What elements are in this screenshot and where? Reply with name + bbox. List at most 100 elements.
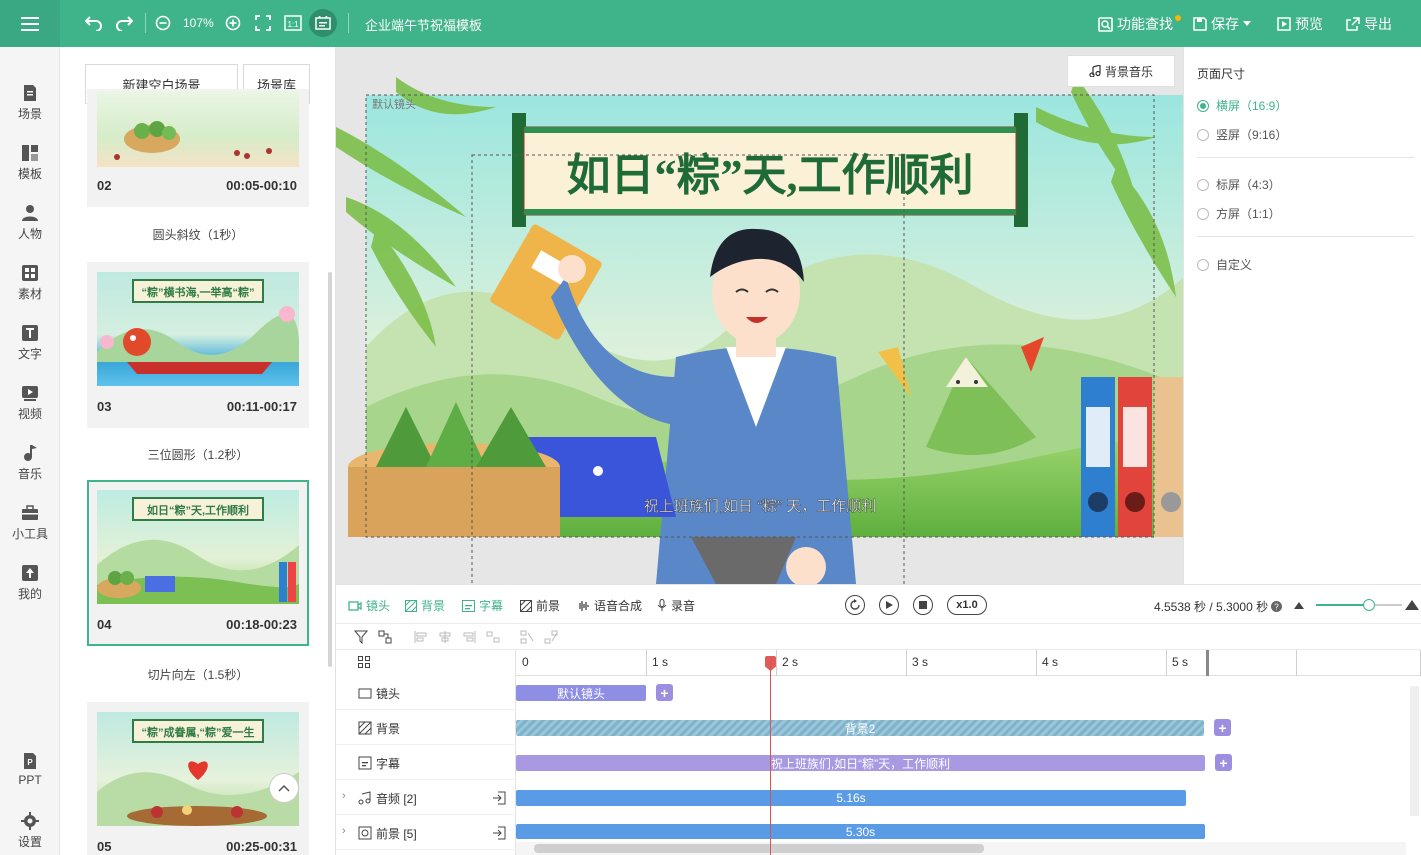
chevron-right-icon[interactable]: › [342,790,346,802]
scene-card[interactable]: “粽”横书海,一举高“粽” 03 00:11-00:17 [87,262,309,428]
caret-down-icon [1243,21,1251,26]
divider [1197,236,1414,237]
time-ruler[interactable]: 0 1 s 2 s 3 s 4 s 5 s [516,650,1421,676]
camera-tag: 默认镜头 [372,97,416,111]
undo-icon[interactable] [83,12,105,34]
scene-card-active[interactable]: 如日“粽”天,工作顺利 04 00:18-00:23 [87,480,309,646]
playhead[interactable] [770,657,771,855]
nav-item-tools[interactable]: 小工具 [0,498,60,548]
nav-label: 模板 [17,167,42,181]
actual-size-icon[interactable]: 1:1 [283,12,303,34]
playback-speed[interactable]: x1.0 [947,595,987,615]
nav-label: 人物 [17,227,42,241]
export-button[interactable]: 导出 [1346,14,1392,34]
nav-item-text[interactable]: 文字 [0,318,60,368]
menu-button[interactable] [0,0,60,47]
properties-panel: 页面尺寸 横屏（16:9） 竖屏（9:16） 标屏（4:3） 方屏（1:1） 自… [1183,47,1421,584]
timeline-horizontal-scrollbar[interactable] [516,842,1406,855]
track-label-subtitle[interactable]: 字幕 [336,745,516,780]
nav-item-template[interactable]: 模板 [0,138,60,188]
add-subtitle-button[interactable]: 字幕 [462,597,503,614]
stop-icon [919,601,927,609]
align-left-icon [414,631,427,643]
replay-button[interactable] [845,595,865,615]
play-button[interactable] [879,595,899,615]
zoom-out-timeline-icon[interactable] [1294,601,1304,609]
scene-canvas[interactable]: 如日“粽”天,工作顺利 祝上班族们,如日 “粽” 天，工作顺利 默认镜头 [336,47,1183,584]
zoom-out-icon[interactable] [153,12,173,34]
camera-clip[interactable]: 默认镜头 [516,685,646,701]
redo-icon[interactable] [113,12,135,34]
scene-transition[interactable]: 切片向左（1.5秒） [87,666,309,683]
subtitle-overlay[interactable]: 祝上班族们,如日 “粽” 天，工作顺利 [644,498,877,515]
page-size-option-custom[interactable]: 自定义 [1197,256,1252,273]
nav-item-music[interactable]: 音乐 [0,438,60,488]
tracks-grid-icon[interactable] [358,656,370,668]
enter-icon[interactable] [492,791,506,805]
group-icon[interactable] [378,630,392,644]
add-subtitle-clip-button[interactable]: + [1215,754,1232,771]
search-icon [1098,16,1113,32]
subtitle-icon [358,756,372,770]
scene-transition[interactable]: 三位圆形（1.2秒） [87,446,309,463]
filter-icon[interactable] [354,630,368,644]
page-size-option-1-1[interactable]: 方屏（1:1） [1197,205,1281,222]
record-label: 录音 [671,599,696,613]
save-button[interactable]: 保存 [1193,14,1251,34]
subtitle-mode-icon[interactable] [309,9,337,37]
enter-icon[interactable] [492,826,506,840]
scrollbar-thumb[interactable] [534,844,984,853]
zoom-in-timeline-icon[interactable] [1405,599,1419,610]
track-label-background[interactable]: 背景 [336,710,516,745]
stop-button[interactable] [913,595,933,615]
page-size-option-4-3[interactable]: 标屏（4:3） [1197,176,1281,193]
add-camera-clip-button[interactable]: + [656,684,673,701]
subtitle-clip[interactable]: 祝上班族们,如日“粽”天，工作顺利 [516,755,1205,771]
add-camera-button[interactable]: 镜头 [348,597,390,614]
timeline-vertical-scrollbar[interactable] [1410,686,1419,816]
scene-list-scrollbar[interactable] [328,272,332,667]
background-clip[interactable]: 背景2 [516,720,1204,736]
page-size-title: 页面尺寸 [1197,67,1246,81]
background-icon [405,599,417,612]
music-note-icon [1089,65,1101,77]
page-size-option-9-16[interactable]: 竖屏（9:16） [1197,126,1287,143]
time-readout: 4.5538 秒 / 5.3000 秒 ? [1154,598,1283,615]
audio-clip[interactable]: 5.16s [516,790,1186,806]
waveform-icon [579,600,589,611]
nav-item-ppt[interactable]: P PPT [0,746,60,796]
page-size-option-16-9[interactable]: 横屏（16:9） [1197,97,1287,114]
feature-search-button[interactable]: 功能查找 [1098,14,1181,34]
nav-item-scene[interactable]: 场景 [0,78,60,128]
zoom-in-icon[interactable] [223,12,243,34]
scroll-to-top-button[interactable] [269,773,299,803]
add-foreground-button[interactable]: 前景 [520,597,560,614]
scene-transition[interactable]: 圆头斜纹（1秒） [87,226,309,243]
distribute-icon [486,631,500,643]
preview-button[interactable]: 预览 [1277,14,1323,34]
scene-number: 03 [97,399,112,414]
foreground-clip[interactable]: 5.30s [516,824,1205,839]
tts-button[interactable]: 语音合成 [577,597,642,614]
scene-time: 00:05-00:10 [226,178,297,193]
chevron-right-icon[interactable]: › [342,825,346,837]
project-title[interactable]: 企业端午节祝福模板 [365,15,482,34]
nav-item-settings[interactable]: 设置 [0,806,60,855]
fullscreen-icon[interactable] [253,12,273,34]
background-music-button[interactable]: 背景音乐 [1067,55,1175,87]
nav-item-person[interactable]: 人物 [0,198,60,248]
option-label: 竖屏（9:16） [1216,128,1288,142]
banner-title[interactable]: 如日“粽”天,工作顺利 [567,151,974,200]
scene-card[interactable]: 02 00:05-00:10 [87,89,309,207]
add-background-clip-button[interactable]: + [1214,719,1231,736]
nav-item-mine[interactable]: 我的 [0,558,60,608]
nav-item-video[interactable]: 视频 [0,378,60,428]
nav-item-material[interactable]: 素材 [0,258,60,308]
help-icon[interactable]: ? [1271,601,1283,612]
track-label-camera[interactable]: 镜头 [336,675,516,710]
record-button[interactable]: 录音 [657,597,695,614]
add-background-button[interactable]: 背景 [405,597,445,614]
track-label-foreground[interactable]: › 前景 [5] [336,815,516,850]
timeline-zoom-handle[interactable] [1363,599,1375,611]
track-label-audio[interactable]: › 音频 [2] [336,780,516,815]
